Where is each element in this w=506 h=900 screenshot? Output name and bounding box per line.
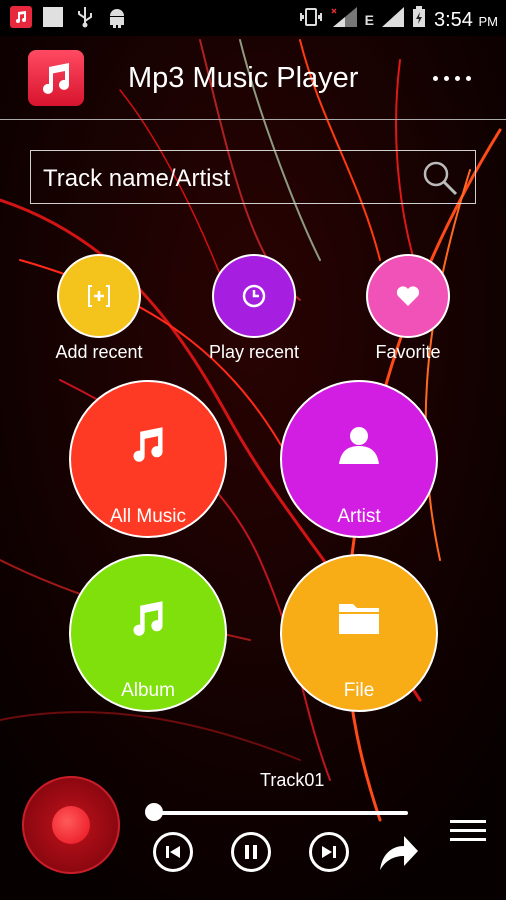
usb-icon [74,6,96,28]
folder-icon [339,604,379,634]
pause-icon [245,845,257,859]
app-logo [28,50,84,106]
seek-handle[interactable] [145,803,163,821]
signal-icon [382,7,404,33]
track-name: Track01 [260,770,325,790]
person-icon [339,427,379,464]
artist-label: Artist [337,506,381,527]
previous-button[interactable] [153,832,193,872]
status-bar: E 3:54 PM [0,0,506,36]
app-title: Mp3 Music Player [128,62,359,94]
artist-button[interactable]: Artist [280,380,438,538]
seek-bar[interactable] [152,811,408,815]
previous-icon [166,846,180,858]
music-note-icon [43,63,69,94]
app-bar: Mp3 Music Player [0,36,506,120]
vibrate-icon [299,7,323,33]
search-icon[interactable] [421,159,459,197]
add-recent-label: Add recent [55,342,143,362]
all-music-label: All Music [109,506,186,527]
more-dots-icon[interactable] [428,66,476,90]
header-divider [0,119,506,120]
signal-type-label: E [364,12,374,28]
pause-button[interactable] [231,832,271,872]
next-button[interactable] [309,832,349,872]
record-center [52,806,90,844]
battery-icon [412,6,426,34]
search-placeholder: Track name/Artist [43,165,231,192]
square-icon [42,6,64,28]
play-recent-button[interactable] [212,254,296,338]
album-art-disc[interactable] [22,776,120,874]
favorite-button[interactable] [366,254,450,338]
album-label: Album [121,680,175,701]
music-note-icon [133,601,163,636]
share-icon[interactable] [376,830,420,874]
heart-icon [396,286,420,306]
playlist-icon[interactable] [450,820,486,844]
clock-icon [242,284,266,308]
clock-time: 3:54 [434,8,473,31]
add-recent-icon [88,285,110,307]
search-input[interactable]: Track name/Artist [30,150,476,204]
add-recent-button[interactable] [57,254,141,338]
music-icon [10,6,32,28]
clock-ampm: PM [478,13,499,29]
play-recent-label: Play recent [208,342,300,362]
android-icon [106,6,128,28]
favorite-label: Favorite [375,342,441,362]
signal-icon [331,7,357,33]
file-label: File [343,680,375,701]
next-icon [322,846,336,858]
file-button[interactable]: File [280,554,438,712]
music-note-icon [133,427,163,462]
album-button[interactable]: Album [69,554,227,712]
all-music-button[interactable]: All Music [69,380,227,538]
